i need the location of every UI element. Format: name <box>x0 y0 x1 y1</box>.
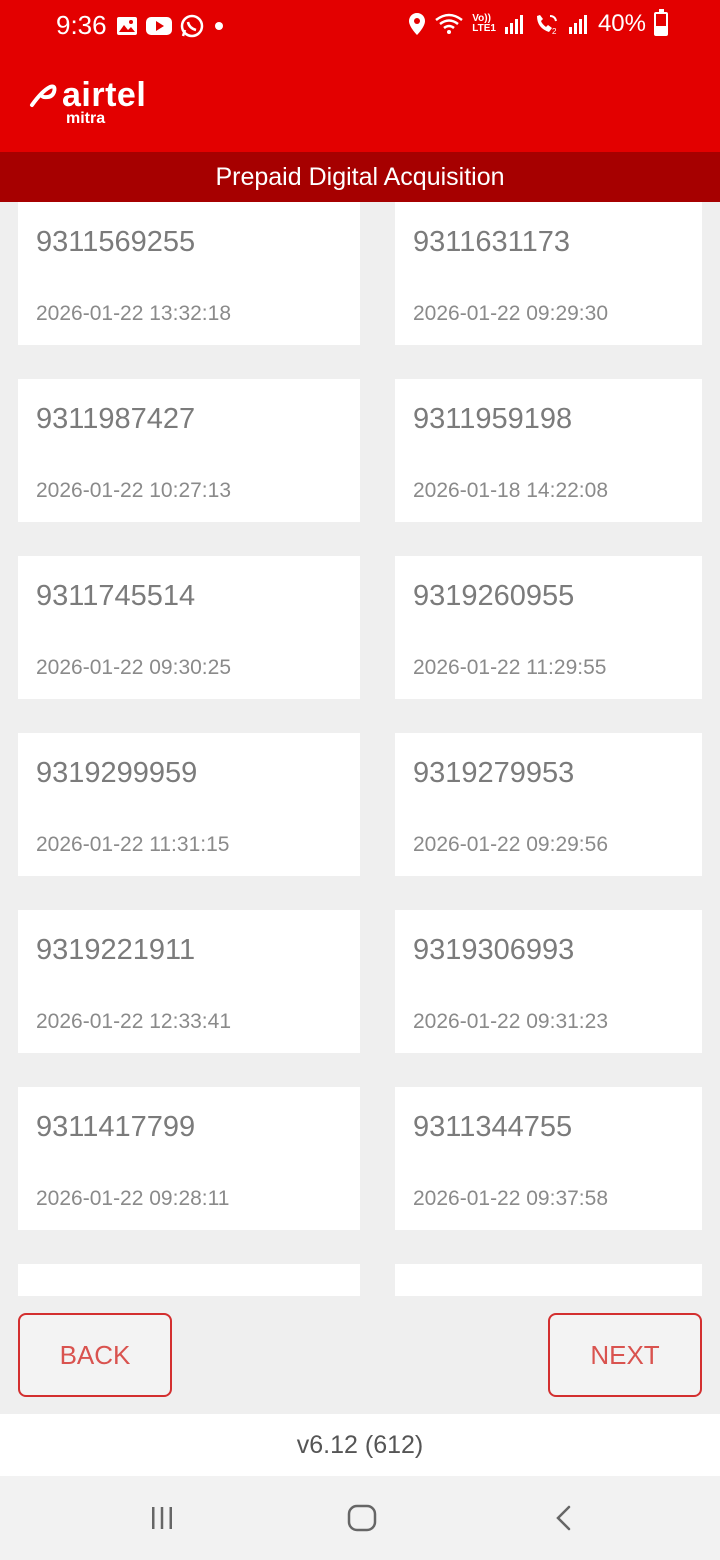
entry-timestamp: 2026-01-22 09:28:11 <box>36 1187 230 1210</box>
entry-timestamp: 2026-01-22 09:29:30 <box>413 302 608 325</box>
wifi-icon <box>435 13 463 34</box>
dot-icon <box>215 22 223 30</box>
gallery-icon <box>117 17 137 35</box>
notification-icons <box>116 14 226 38</box>
entry-number: 9311745514 <box>36 580 196 612</box>
entry-card[interactable]: 9311417799 2026-01-22 09:28:11 <box>18 1087 360 1230</box>
entry-timestamp: 2026-01-22 10:27:13 <box>36 479 231 502</box>
signal-icon <box>504 15 523 34</box>
entry-number: 9311959198 <box>413 403 573 435</box>
svg-text:2: 2 <box>552 27 557 36</box>
app-header: airtel mitra <box>0 52 720 152</box>
entry-card[interactable]: 9319299959 2026-01-22 11:31:15 <box>18 733 360 876</box>
volte-icon: Vo)) LTE1 <box>472 14 496 34</box>
entry-card[interactable]: 9319279953 2026-01-22 09:29:56 <box>395 733 702 876</box>
entry-number: 9319260955 <box>413 580 575 612</box>
entry-grid[interactable]: 9311569255 2026-01-22 13:32:18 9311631173 2… <box>0 202 720 1296</box>
entry-number: 9311417799 <box>36 1111 196 1143</box>
entry-card[interactable] <box>395 1264 702 1296</box>
youtube-icon <box>146 17 172 35</box>
entry-number: 9319221911 <box>36 934 196 966</box>
entry-card[interactable]: 9311959198 2026-01-18 14:22:08 <box>395 379 702 522</box>
entry-number: 9319306993 <box>413 934 575 966</box>
entry-number: 9311344755 <box>413 1111 573 1143</box>
entry-card[interactable]: 9311745514 2026-01-22 09:30:25 <box>18 556 360 699</box>
entry-timestamp: 2026-01-22 13:32:18 <box>36 302 231 325</box>
entry-number: 9311569255 <box>36 226 196 258</box>
airtel-logo: airtel mitra <box>28 76 146 127</box>
entry-card[interactable]: 9311987427 2026-01-22 10:27:13 <box>18 379 360 522</box>
entry-card[interactable] <box>18 1264 360 1296</box>
entry-number: 9319279953 <box>413 757 575 789</box>
status-time: 9:36 <box>56 10 107 40</box>
home-icon[interactable] <box>342 1498 382 1538</box>
wifi-calling-icon: 2 <box>536 15 557 36</box>
entry-number: 9311987427 <box>36 403 196 435</box>
entry-timestamp: 2026-01-22 11:31:15 <box>36 833 230 856</box>
entry-timestamp: 2026-01-22 11:29:55 <box>413 656 607 679</box>
page-title: Prepaid Digital Acquisition <box>0 152 720 202</box>
system-nav-bar <box>0 1476 720 1560</box>
location-icon <box>409 13 426 35</box>
battery-icon <box>654 9 668 36</box>
signal-icon <box>568 15 587 34</box>
lte-label: LTE1 <box>472 23 496 34</box>
entry-timestamp: 2026-01-22 12:33:41 <box>36 1010 231 1033</box>
recents-icon[interactable] <box>142 1498 182 1538</box>
entry-card[interactable]: 9319260955 2026-01-22 11:29:55 <box>395 556 702 699</box>
app-version: v6.12 (612) <box>0 1414 720 1476</box>
entry-timestamp: 2026-01-22 09:37:58 <box>413 1187 608 1210</box>
brand-sub: mitra <box>66 110 106 127</box>
entry-number: 9319299959 <box>36 757 198 789</box>
entry-card[interactable]: 9311631173 2026-01-22 09:29:30 <box>395 202 702 345</box>
entry-timestamp: 2026-01-18 14:22:08 <box>413 479 608 502</box>
entry-card[interactable]: 9311344755 2026-01-22 09:37:58 <box>395 1087 702 1230</box>
whatsapp-icon <box>180 14 204 38</box>
battery-fill <box>656 26 666 34</box>
system-status-icons: Vo)) LTE1 2 40% <box>408 9 668 38</box>
next-button[interactable]: NEXT <box>548 1313 702 1397</box>
status-bar: 9:36 Vo)) LTE1 2 40% <box>0 0 720 52</box>
entry-timestamp: 2026-01-22 09:31:23 <box>413 1010 608 1033</box>
entry-card[interactable]: 9319221911 2026-01-22 12:33:41 <box>18 910 360 1053</box>
entry-timestamp: 2026-01-22 09:29:56 <box>413 833 608 856</box>
entry-card[interactable]: 9319306993 2026-01-22 09:31:23 <box>395 910 702 1053</box>
entry-timestamp: 2026-01-22 09:30:25 <box>36 656 231 679</box>
entry-card[interactable]: 9311569255 2026-01-22 13:32:18 <box>18 202 360 345</box>
back-button[interactable]: BACK <box>18 1313 172 1397</box>
entry-number: 9311631173 <box>413 226 570 258</box>
battery-percent: 40% <box>597 10 646 37</box>
airtel-swirl-icon <box>30 84 57 107</box>
back-icon[interactable] <box>544 1498 584 1538</box>
